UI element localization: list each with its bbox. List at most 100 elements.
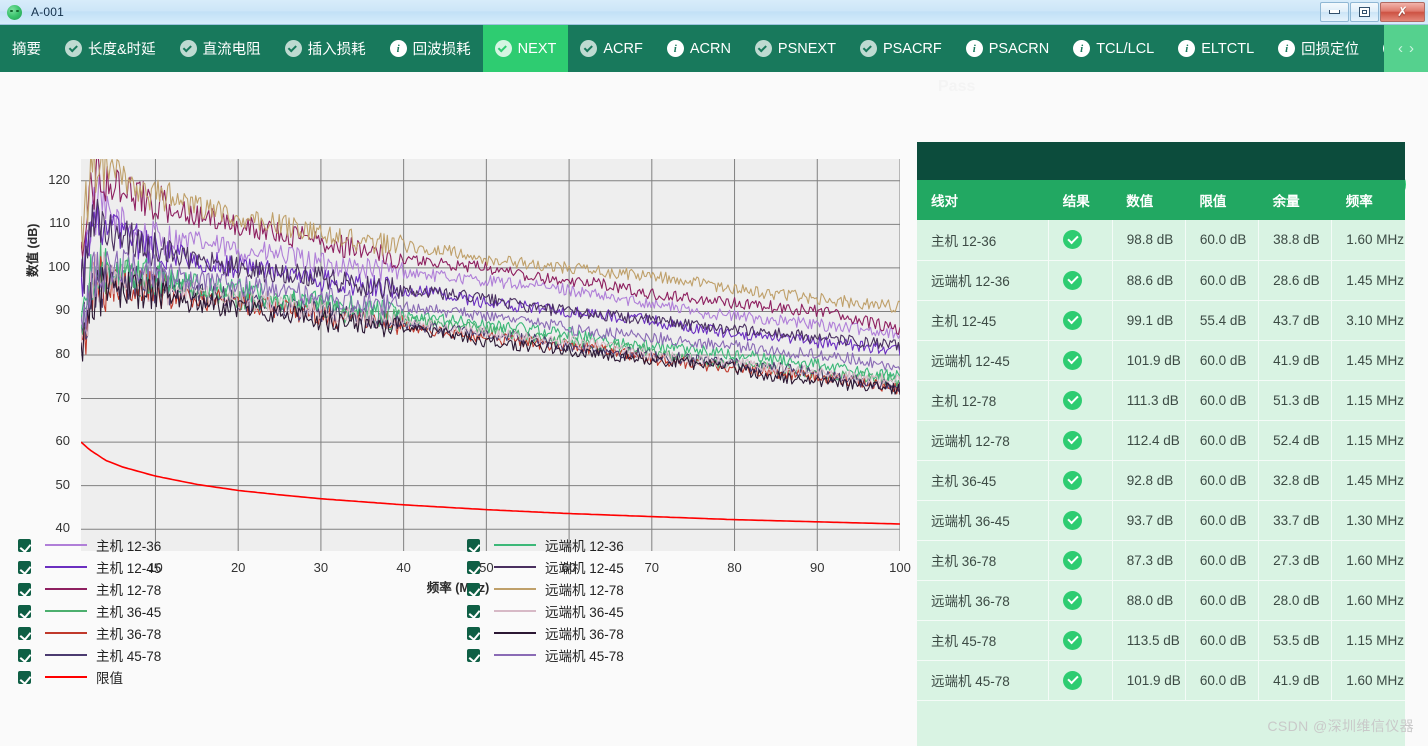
legend-checkbox-icon[interactable] [18,604,31,618]
tab-scroll-controls[interactable]: ‹ › [1384,25,1428,72]
legend-checkbox-icon[interactable] [18,560,31,574]
cell-value: 112.4 dB [1112,420,1186,461]
legend-checkbox-icon[interactable] [467,648,480,662]
legend-checkbox-icon[interactable] [467,626,480,640]
tab--[interactable]: 摘要 [0,25,53,72]
legend-item-main-1[interactable]: 主机 12-45 [18,556,467,578]
tab-psacrn[interactable]: i PSACRN [954,25,1061,72]
tab-eltctl[interactable]: i ELTCTL [1166,25,1266,72]
tab--[interactable]: 长度&时延 [53,25,168,72]
table-row[interactable]: 远端机 36-78 88.0 dB 60.0 dB 28.0 dB 1.60 MHz [917,580,1405,621]
legend-color-swatch [45,588,87,590]
plot-region[interactable] [81,159,900,551]
cell-result [1048,580,1113,621]
tab-acrn[interactable]: i ACRN [655,25,743,72]
table-row[interactable]: 远端机 12-45 101.9 dB 60.0 dB 41.9 dB 1.45 MHz [917,340,1405,381]
table-row[interactable]: 主机 36-45 92.8 dB 60.0 dB 32.8 dB 1.45 MHz [917,460,1405,501]
legend-item-main-6[interactable]: 限值 [18,666,467,688]
pass-check-icon [1063,470,1083,490]
tab-psnext[interactable]: PSNEXT [743,25,848,72]
cell-result [1048,500,1113,541]
legend-checkbox-icon[interactable] [467,560,480,574]
close-button[interactable]: ✗ [1380,1,1425,22]
tab--[interactable]: 直流电阻 [168,25,273,72]
legend-checkbox-icon[interactable] [467,604,480,618]
window-title: A-001 [31,5,65,19]
results-table: 线对 结果 数值 限值 余量 频率 主机 12-36 98.8 dB 60.0 dB 38.8 … [917,180,1405,701]
cell-value: 101.9 dB [1112,660,1186,701]
cell-frequency: 3.10 MHz [1331,300,1405,341]
column-header-5: 频率 [1331,180,1405,220]
legend-item-main-4[interactable]: 主机 36-78 [18,622,467,644]
check-icon [580,40,598,57]
tab-acrf[interactable]: ACRF [568,25,654,72]
table-row[interactable]: 远端机 12-36 88.6 dB 60.0 dB 28.6 dB 1.45 MHz [917,260,1405,301]
column-header-4: 余量 [1258,180,1332,220]
legend-checkbox-icon[interactable] [467,582,480,596]
legend-item-main-5[interactable]: 主机 45-78 [18,644,467,666]
tab-psacrf[interactable]: PSACRF [848,25,954,72]
chart-legend: 主机 12-36 主机 12-45 主机 12-78 主机 36-45 主机 36-78… [0,534,916,746]
legend-checkbox-icon[interactable] [18,582,31,596]
results-panel: Pass 线对 结果 数值 限值 余量 频率 主机 12-36 98.8 dB 60.0 dB… [916,72,1428,746]
app-icon [7,4,22,20]
chevron-right-icon[interactable]: › [1409,41,1414,56]
legend-label: 主机 12-78 [96,583,162,598]
table-row[interactable]: 主机 12-36 98.8 dB 60.0 dB 38.8 dB 1.60 MHz [917,220,1405,261]
cell-margin: 52.4 dB [1258,420,1333,461]
tab--[interactable]: i 回波损耗 [378,25,483,72]
table-row[interactable]: 主机 12-78 111.3 dB 60.0 dB 51.3 dB 1.15 MHz [917,380,1405,421]
legend-checkbox-icon[interactable] [18,648,31,662]
close-icon: ✗ [1397,4,1408,19]
cell-pair: 远端机 12-45 [917,340,1050,381]
legend-item-main-3[interactable]: 主机 36-45 [18,600,467,622]
legend-item-remote-0[interactable]: 远端机 12-36 [467,534,916,556]
pass-check-icon [1063,230,1083,250]
application-window: A-001 ✗ 摘要 长度&时延 直流电阻 插入损耗 i 回波损耗 NEXT ACRF i ACR… [0,0,1428,746]
legend-checkbox-icon[interactable] [18,670,31,684]
y-tick-110: 110 [49,215,70,231]
cell-frequency: 1.15 MHz [1331,420,1405,461]
tab--[interactable]: i 回损定位 [1266,25,1371,72]
legend-checkbox-icon[interactable] [18,626,31,640]
table-row[interactable]: 主机 45-78 113.5 dB 60.0 dB 53.5 dB 1.15 MHz [917,620,1405,661]
series-12 [81,441,900,525]
cell-result [1048,260,1113,301]
cell-margin: 28.6 dB [1258,260,1333,301]
cell-result [1048,540,1113,581]
cell-result [1048,380,1113,421]
table-row[interactable]: 主机 36-78 87.3 dB 60.0 dB 27.3 dB 1.60 MHz [917,540,1405,581]
legend-item-main-0[interactable]: 主机 12-36 [18,534,467,556]
table-row[interactable]: 主机 12-45 99.1 dB 55.4 dB 43.7 dB 3.10 MHz [917,300,1405,341]
check-icon [754,40,772,57]
table-row[interactable]: 远端机 12-78 112.4 dB 60.0 dB 52.4 dB 1.15 MHz [917,420,1405,461]
cell-pair: 远端机 36-45 [917,500,1050,541]
cell-margin: 51.3 dB [1258,380,1333,421]
tab-label: 长度&时延 [88,42,156,58]
chevron-left-icon[interactable]: ‹ [1398,41,1403,56]
table-row[interactable]: 远端机 45-78 101.9 dB 60.0 dB 41.9 dB 1.60 MHz [917,660,1405,701]
legend-item-main-2[interactable]: 主机 12-78 [18,578,467,600]
pass-check-icon [1063,390,1083,410]
y-tick-90: 90 [55,302,70,318]
tab-tcl-lcl[interactable]: i TCL/LCL [1061,25,1166,72]
measurement-tab-bar[interactable]: 摘要 长度&时延 直流电阻 插入损耗 i 回波损耗 NEXT ACRF i ACRN PSNEXT P… [0,25,1428,72]
legend-item-remote-2[interactable]: 远端机 12-78 [467,578,916,600]
cell-pair: 远端机 36-78 [917,580,1050,621]
tab-label: PSACRN [988,40,1050,57]
legend-item-remote-1[interactable]: 远端机 12-45 [467,556,916,578]
maximize-button[interactable] [1350,1,1379,22]
cell-result [1048,620,1113,661]
table-row[interactable]: 远端机 36-45 93.7 dB 60.0 dB 33.7 dB 1.30 MHz [917,500,1405,541]
info-icon: i [965,40,983,57]
tab-next[interactable]: NEXT [482,25,569,72]
legend-checkbox-icon[interactable] [467,538,480,552]
legend-item-remote-4[interactable]: 远端机 36-78 [467,622,916,644]
tab--[interactable]: 插入损耗 [273,25,378,72]
info-icon: i [389,40,407,57]
minimize-button[interactable] [1320,1,1349,22]
y-tick-70: 70 [55,389,70,405]
legend-item-remote-5[interactable]: 远端机 45-78 [467,644,916,666]
legend-checkbox-icon[interactable] [18,538,31,552]
legend-item-remote-3[interactable]: 远端机 36-45 [467,600,916,622]
